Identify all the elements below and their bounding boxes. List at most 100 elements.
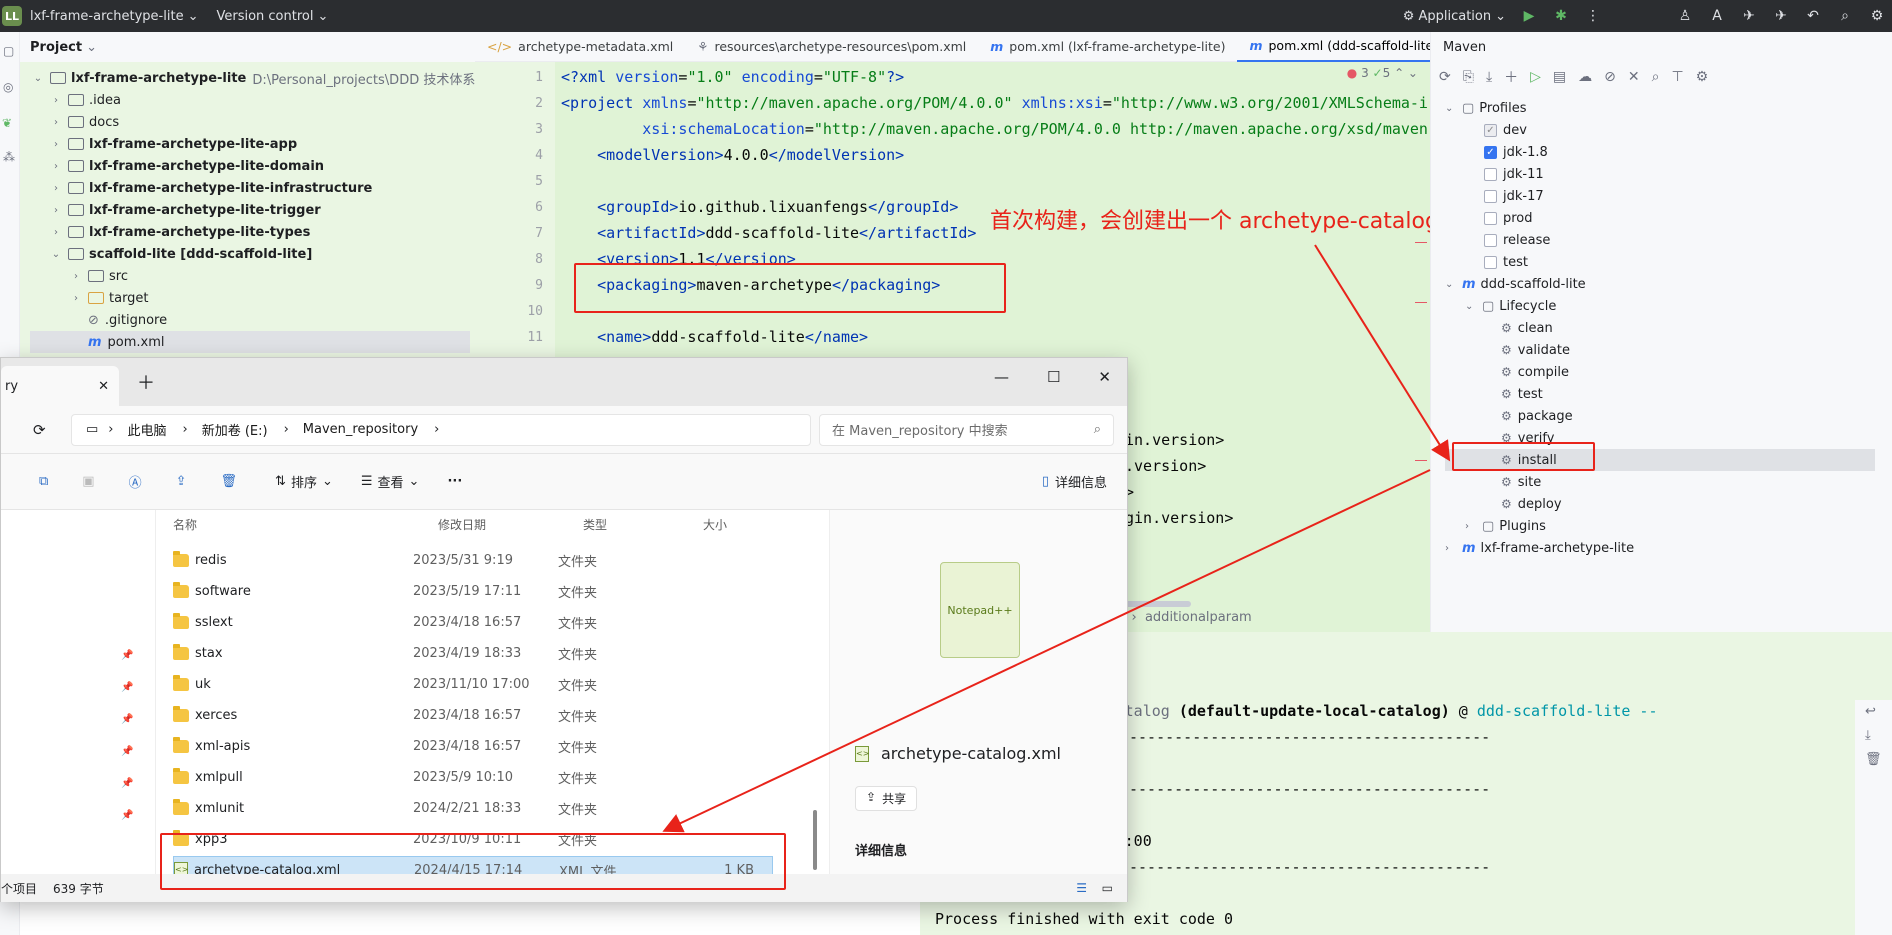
close-icon[interactable]: ✕ [1098, 368, 1111, 386]
file-row[interactable]: stax 2023/4/19 18:33 文件夹 [173, 639, 773, 667]
back-icon[interactable]: ↶ [1804, 7, 1822, 25]
tab-archetype-metadata[interactable]: </> archetype-metadata.xml [475, 32, 685, 62]
minimize-icon[interactable]: — [994, 368, 1009, 386]
profile-prod[interactable]: prod [1484, 207, 1533, 229]
plugin-icon[interactable]: ✈ [1740, 7, 1758, 25]
close-icon[interactable]: ✕ [98, 379, 109, 394]
profile-jdk-1-8[interactable]: ✓ jdk-1.8 [1484, 141, 1548, 163]
tree-item-domain[interactable]: › lxf-frame-archetype-lite-domain [50, 155, 324, 177]
tree-item-target[interactable]: › target [70, 287, 149, 309]
tree-item-app[interactable]: › lxf-frame-archetype-lite-app [50, 133, 297, 155]
share-icon[interactable]: ⇪ [176, 474, 187, 489]
plus-icon[interactable]: ＋ [1504, 67, 1518, 87]
view-button[interactable]: ☰ 查看 ⌄ [361, 472, 420, 491]
explorer-tab[interactable]: ry ✕ [1, 366, 119, 406]
structure-icon[interactable]: ⁂ [3, 150, 15, 164]
commit-icon[interactable]: ◎ [3, 80, 13, 94]
file-row[interactable]: redis 2023/5/31 9:19 文件夹 [173, 546, 773, 574]
vcs-menu[interactable]: Version control ⌄ [216, 9, 328, 24]
maximize-icon[interactable]: ☐ [1047, 368, 1060, 386]
goal-validate[interactable]: ⚙ validate [1501, 339, 1570, 361]
profile-jdk-17[interactable]: jdk-17 [1484, 185, 1544, 207]
goal-clean[interactable]: ⚙ clean [1501, 317, 1553, 339]
rename-icon[interactable]: Ⓐ [129, 472, 142, 491]
reload-icon[interactable]: ⟳ [1439, 69, 1451, 85]
tree-item-trigger[interactable]: › lxf-frame-archetype-lite-trigger [50, 199, 321, 221]
delete-icon[interactable]: 🗑 [221, 474, 238, 489]
breadcrumb-item[interactable]: 此电脑 [128, 420, 167, 439]
search-input[interactable]: 在 Maven_repository 中搜索 ⌕ [819, 413, 1114, 446]
root-module-node[interactable]: › m lxf-frame-archetype-lite [1445, 537, 1634, 559]
wrap-icon[interactable]: ↩ [1865, 704, 1876, 719]
add-project-icon[interactable]: ⎘ [1463, 69, 1474, 85]
profile-icon[interactable]: ♙ [1676, 7, 1694, 25]
new-tab-icon[interactable]: ＋ [137, 369, 155, 395]
file-row[interactable]: sslext 2023/4/18 16:57 文件夹 [173, 608, 773, 636]
tree-item-src[interactable]: › src [70, 265, 128, 287]
file-row[interactable]: xmlpull 2023/5/9 10:10 文件夹 [173, 763, 773, 791]
scroll-end-icon[interactable]: ⤓ [1865, 728, 1871, 743]
trash-icon[interactable]: 🗑 [1865, 752, 1882, 767]
goal-site[interactable]: ⚙ site [1501, 471, 1541, 493]
vertical-scrollbar[interactable] [813, 810, 817, 870]
tree-item-types[interactable]: › lxf-frame-archetype-lite-types [50, 221, 310, 243]
column-size[interactable]: 大小 [703, 516, 773, 540]
profile-test[interactable]: test [1484, 251, 1528, 273]
collapse-icon[interactable]: ✕ [1628, 69, 1640, 85]
share-button[interactable]: ⇪ 共享 [855, 786, 918, 811]
thumbnail-view-icon[interactable]: ▭ [1102, 881, 1113, 895]
profile-release[interactable]: release [1484, 229, 1550, 251]
offline-icon[interactable]: ☁ [1578, 69, 1592, 85]
analyze-icon[interactable]: ⌕ [1652, 69, 1660, 85]
column-type[interactable]: 类型 [583, 516, 703, 540]
goal-test[interactable]: ⚙ test [1501, 383, 1543, 405]
refresh-icon[interactable]: ⟳ [33, 421, 46, 439]
profiles-node[interactable]: ⌄ ▢ Profiles [1445, 97, 1527, 119]
goal-compile[interactable]: ⚙ compile [1501, 361, 1569, 383]
translate-icon[interactable]: A [1708, 7, 1726, 25]
nav-pane[interactable]: 📌 📌 📌 📌 📌 📌 oro [1, 510, 156, 890]
module-node[interactable]: ⌄ m ddd-scaffold-lite [1445, 273, 1586, 295]
tree-root[interactable]: ⌄ lxf-frame-archetype-lite D:\Personal_pro… [32, 67, 504, 89]
tree-item-infrastructure[interactable]: › lxf-frame-archetype-lite-infrastructure [50, 177, 372, 199]
run-icon[interactable]: ▶ [1520, 7, 1538, 25]
run-icon[interactable]: ▷ [1530, 69, 1541, 85]
more-button[interactable]: ··· [447, 474, 462, 489]
tab-pom-root[interactable]: m pom.xml (lxf-frame-archetype-lite) [978, 32, 1237, 62]
profile-jdk-11[interactable]: jdk-11 [1484, 163, 1544, 185]
plugins-node[interactable]: › ▢ Plugins [1465, 515, 1546, 537]
breadcrumb-item[interactable]: Maven_repository [303, 422, 418, 437]
search-icon[interactable]: ⌕ [1836, 7, 1854, 25]
breadcrumb[interactable]: ▭ › 此电脑 › 新加卷 (E:) › Maven_repository › [71, 413, 811, 446]
file-row[interactable]: uk 2023/11/10 17:00 文件夹 [173, 670, 773, 698]
tree-item-idea[interactable]: › .idea [50, 89, 121, 111]
project-switcher[interactable]: lxf-frame-archetype-lite ⌄ [30, 9, 198, 24]
tree-item-gitignore[interactable]: ⊘ .gitignore [88, 309, 167, 331]
run-config-selector[interactable]: ⚙ Application ⌄ [1403, 9, 1506, 24]
file-row[interactable]: xerces 2023/4/18 16:57 文件夹 [173, 701, 773, 729]
project-badge[interactable]: LL [2, 6, 22, 26]
more-actions-icon[interactable]: ⋮ [1584, 7, 1602, 25]
breadcrumb[interactable]: n › additionalparam [1115, 610, 1252, 625]
file-row[interactable]: xmlunit 2024/2/21 18:33 文件夹 [173, 794, 773, 822]
tree-item-pom[interactable]: m pom.xml [30, 331, 470, 353]
project-panel-header[interactable]: Project ⌄ [20, 32, 475, 62]
goal-package[interactable]: ⚙ package [1501, 405, 1573, 427]
sort-button[interactable]: ⇅ 排序 ⌄ [275, 472, 333, 491]
tab-resources-pom[interactable]: ⚘ resources\archetype-resources\pom.xml [685, 32, 978, 62]
spring-icon[interactable]: ❦ [2, 116, 12, 130]
plugin2-icon[interactable]: ✈ [1772, 7, 1790, 25]
breadcrumb-item[interactable]: 新加卷 (E:) [202, 420, 268, 439]
settings-icon[interactable]: ⚙ [1696, 69, 1709, 85]
copy-icon[interactable]: ⧉ [39, 474, 48, 489]
download-icon[interactable]: ⤓ [1486, 69, 1492, 85]
details-view-icon[interactable]: ☰ [1076, 881, 1087, 895]
skip-tests-icon[interactable]: ⊘ [1604, 69, 1616, 85]
execute-goal-icon[interactable]: ▤ [1553, 69, 1566, 85]
details-pane-button[interactable]: ▯ 详细信息 [1042, 472, 1107, 491]
debug-icon[interactable]: ✱ [1552, 7, 1570, 25]
profile-dev[interactable]: ✓ dev [1484, 119, 1527, 141]
settings-icon[interactable]: ⚙ [1868, 7, 1886, 25]
tree-item-docs[interactable]: › docs [50, 111, 119, 133]
column-date[interactable]: 修改日期 [438, 516, 583, 540]
